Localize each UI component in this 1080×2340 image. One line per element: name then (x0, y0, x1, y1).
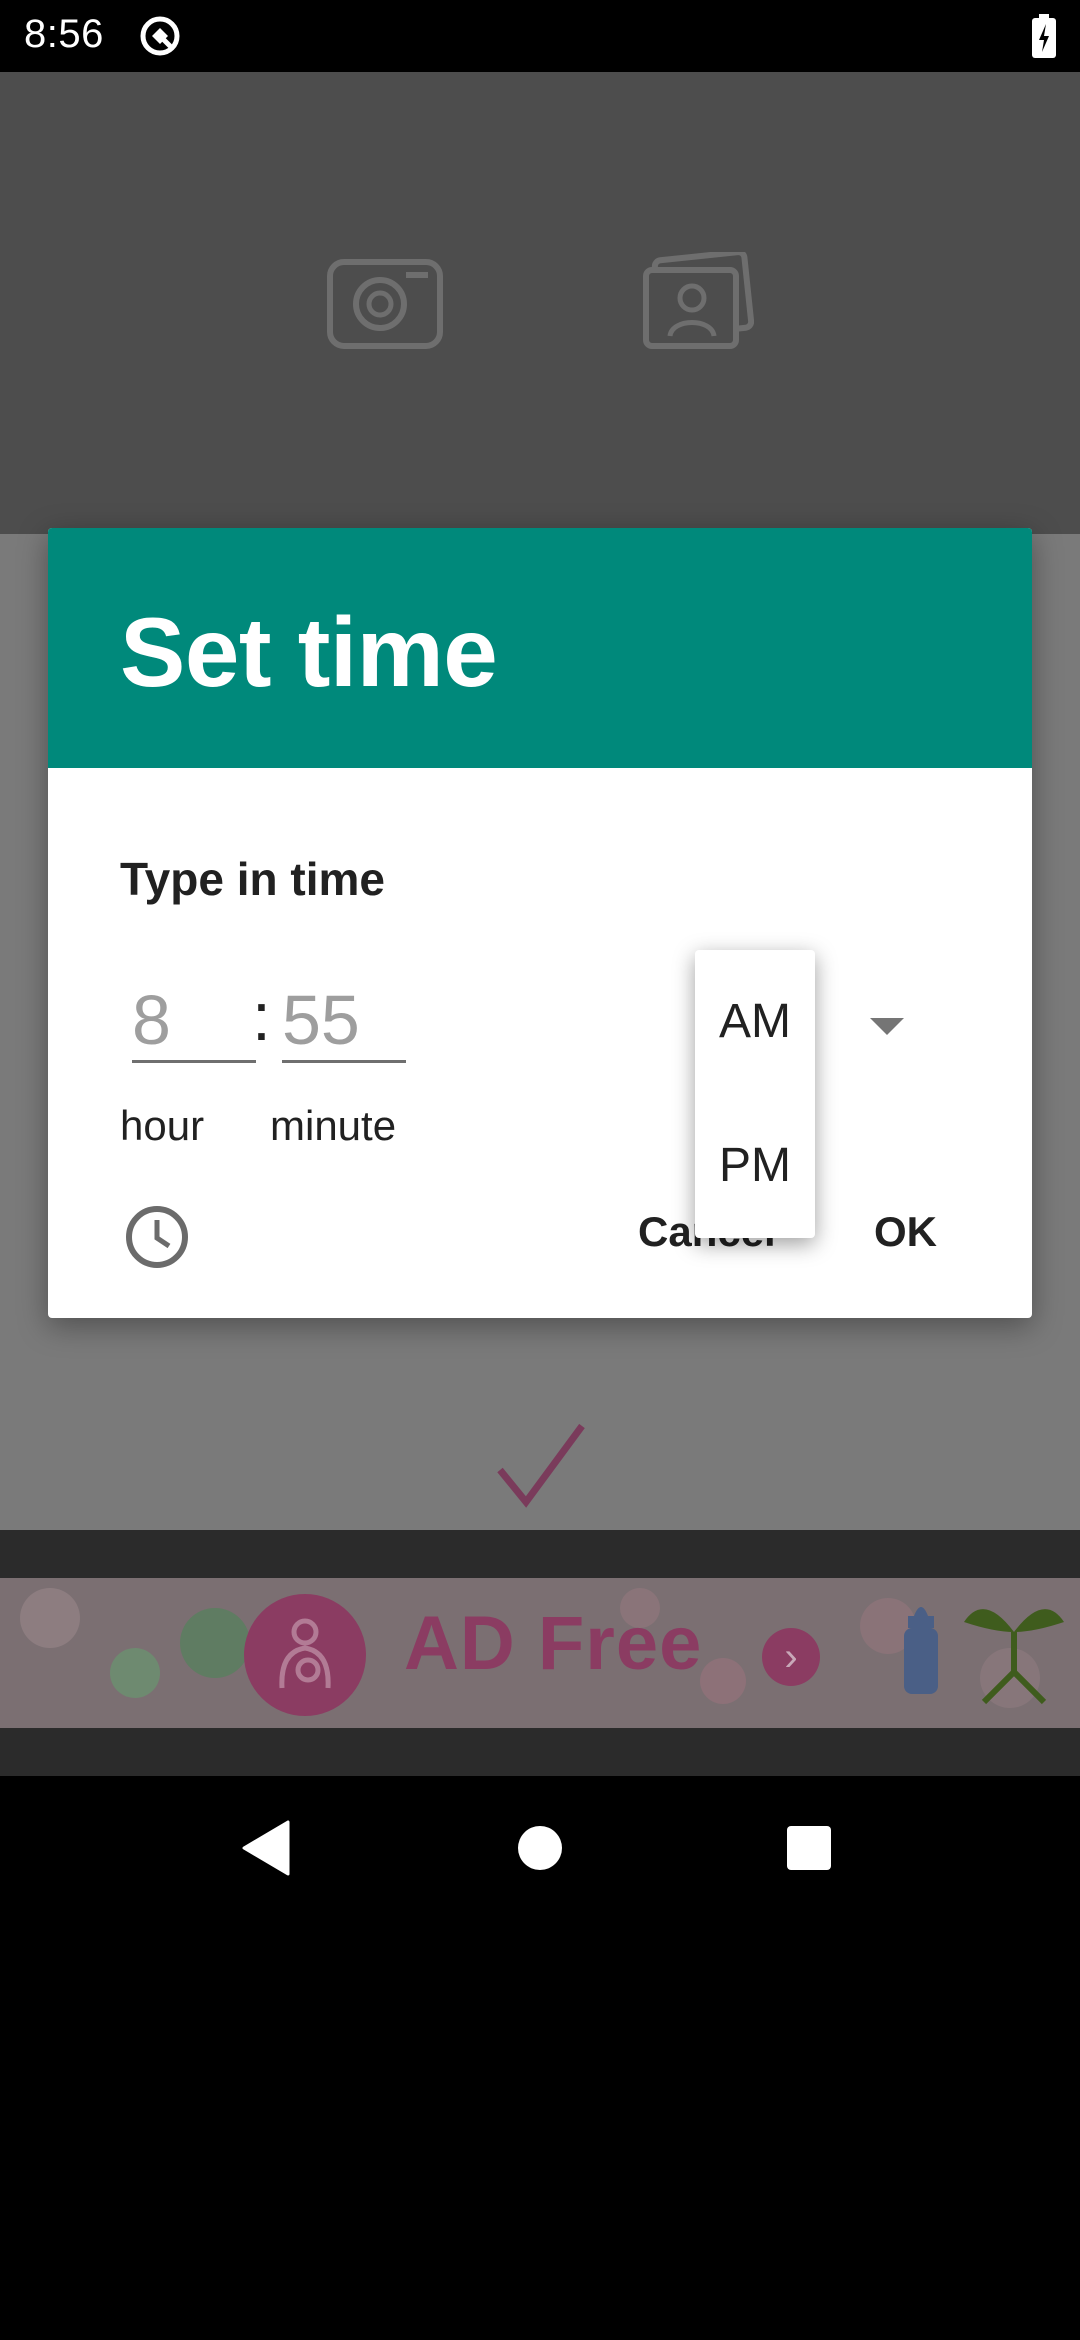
checkmark-icon[interactable] (496, 1420, 586, 1510)
ampm-dropdown-arrow-icon[interactable] (870, 1018, 904, 1035)
dialog-title: Set time (120, 597, 498, 707)
gallery-icon[interactable] (640, 252, 754, 356)
clock-icon[interactable] (124, 1204, 190, 1270)
ad-logo (244, 1594, 366, 1716)
mother-baby-icon (279, 1618, 331, 1689)
app-notification-icon (140, 16, 180, 56)
ampm-option-am[interactable]: AM (695, 950, 815, 1094)
type-in-time-label: Type in time (120, 853, 385, 905)
time-separator: : (252, 979, 271, 1055)
ad-decoration (20, 1588, 80, 1648)
status-time: 8:56 (24, 12, 104, 56)
home-icon[interactable] (518, 1826, 562, 1870)
app-bottom-strip (0, 1728, 1080, 1776)
ok-button[interactable]: OK (874, 1208, 937, 1256)
hour-label: hour (120, 1102, 205, 1149)
app-divider (0, 1530, 1080, 1578)
ad-banner[interactable]: AD Free › (0, 1578, 1080, 1728)
back-icon[interactable] (242, 1820, 292, 1876)
screen: 8:56 AD Free › Set time Type in time 8:… (0, 0, 1080, 2340)
ad-decoration (180, 1608, 250, 1678)
minute-label: minute (270, 1102, 397, 1149)
status-bar: 8:56 (0, 0, 1080, 72)
ampm-option-pm[interactable]: PM (695, 1094, 815, 1238)
recents-icon[interactable] (787, 1826, 831, 1870)
ad-decoration (110, 1648, 160, 1698)
camera-icon[interactable] (326, 258, 444, 350)
ad-text: AD Free (404, 1601, 703, 1686)
minute-input[interactable] (282, 980, 406, 1063)
hour-input[interactable] (132, 980, 256, 1063)
app-top-panel (0, 72, 1080, 534)
ampm-dropdown-menu: AM PM (695, 950, 815, 1238)
sprout-icon (964, 1609, 1064, 1705)
ad-arrow-icon: › (762, 1628, 820, 1686)
dialog-header: Set time (48, 528, 1032, 768)
time-picker-dialog: Set time Type in time : hour minute Canc… (48, 528, 1032, 1318)
ad-decoration (700, 1658, 746, 1704)
battery-charging-icon (1032, 14, 1056, 58)
baby-bottle-icon (904, 1607, 938, 1694)
